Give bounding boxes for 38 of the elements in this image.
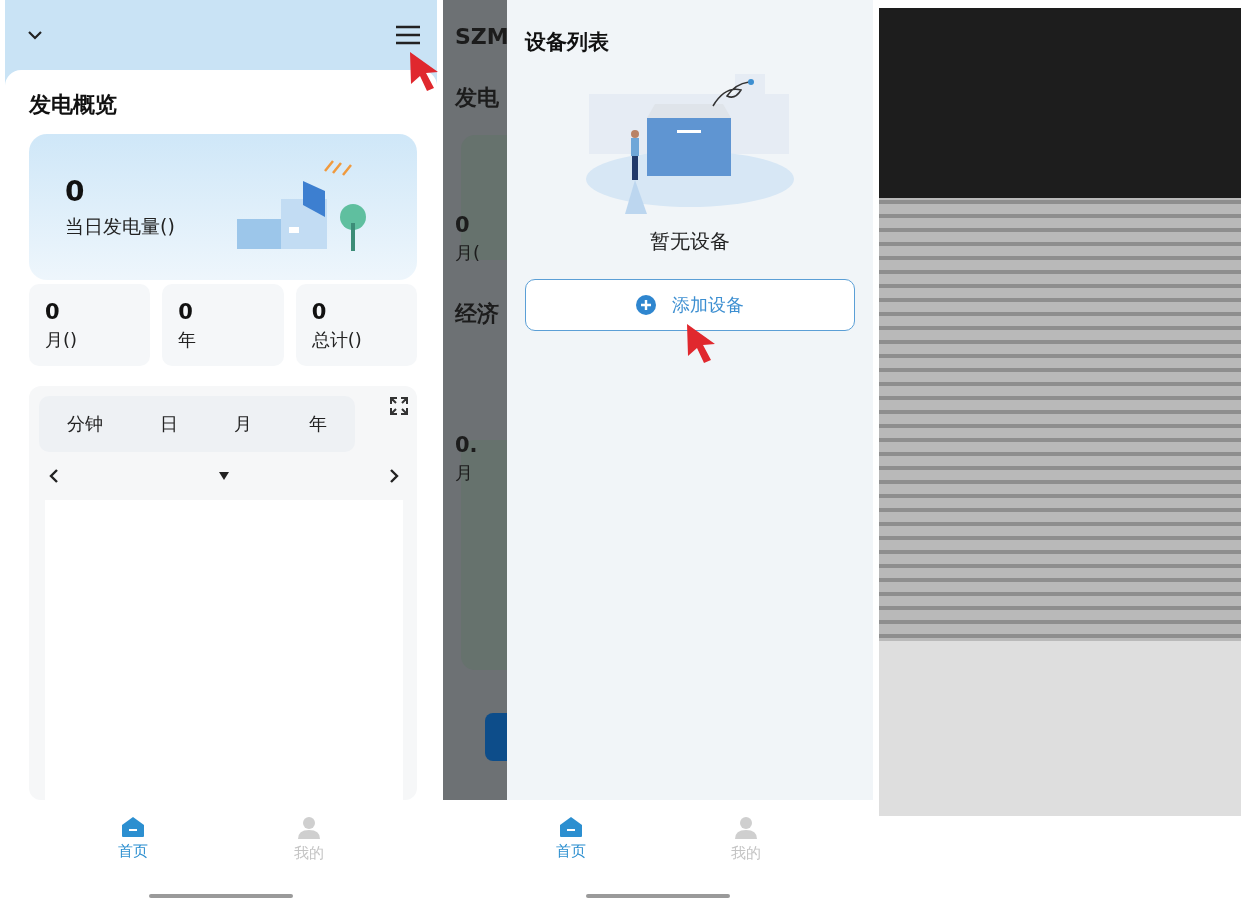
background-text: 经济: [455, 300, 500, 328]
period-tab[interactable]: 年: [296, 402, 339, 446]
stat-label: 总计(): [311, 328, 363, 352]
cursor-icon: [408, 50, 440, 92]
today-label: 当日发电量(): [65, 213, 175, 239]
chevron-down-icon[interactable]: [27, 30, 43, 40]
drawer-title: 设备列表: [525, 29, 609, 56]
cursor-icon: [685, 322, 717, 364]
home-icon: [558, 816, 583, 838]
menu-icon[interactable]: [395, 25, 421, 45]
period-tab[interactable]: 月: [222, 402, 265, 446]
chevron-left-icon[interactable]: [49, 468, 59, 484]
tab-bar-item[interactable]: 首页: [118, 816, 148, 863]
today-value: 0: [65, 174, 86, 208]
stat-value: 0: [178, 300, 194, 324]
period-tab[interactable]: 分钟: [55, 402, 115, 446]
empty-message: 暂无设备: [650, 228, 730, 255]
background-text: 0: [455, 213, 471, 237]
person-icon: [297, 816, 321, 840]
period-tab[interactable]: 日: [147, 402, 190, 446]
stat-value: 0: [45, 300, 61, 324]
section-title: 发电概览: [29, 91, 118, 119]
home-icon: [121, 816, 145, 838]
plus-circle-icon: [636, 295, 656, 315]
background-text: SZM: [455, 24, 507, 49]
chevron-right-icon[interactable]: [389, 468, 399, 484]
tab-bar-item[interactable]: 首页: [555, 816, 586, 863]
person-icon: [733, 816, 758, 840]
stat-label: 年: [178, 328, 198, 352]
dropdown-icon[interactable]: [218, 471, 230, 481]
stat-value: 0: [311, 300, 328, 324]
background-text: 0.: [455, 433, 479, 457]
add-device-button[interactable]: 添加设备: [525, 279, 855, 331]
background-text: 发电: [455, 84, 500, 112]
background-text: 月(: [455, 241, 482, 265]
expand-icon[interactable]: [389, 396, 409, 416]
stat-label: 月(): [45, 328, 79, 352]
background-text: 月: [455, 461, 474, 485]
